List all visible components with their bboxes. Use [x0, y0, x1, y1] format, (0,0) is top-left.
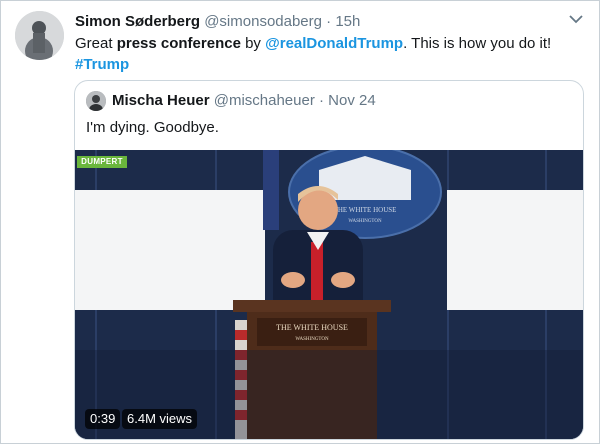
separator-dot: ·: [326, 13, 332, 30]
tweet-text-part: . This is how you do it!: [403, 35, 552, 52]
podium-text: THE WHITE HOUSE: [276, 323, 348, 332]
quoted-date: Nov 24: [328, 92, 376, 109]
quoted-author-handle: @mischaheuer: [213, 92, 315, 109]
video-views: 6.4M views: [122, 409, 198, 429]
quoted-author-name: Mischa Heuer: [112, 92, 210, 109]
video-player[interactable]: THE WHITE HOUSE WASHINGTON THE WHITE HOU…: [75, 150, 583, 439]
seal-text: THE WHITE HOUSE: [334, 206, 397, 214]
tweet-header: Simon Søderberg @simonsodaberg · 15h: [75, 12, 560, 32]
mention-link[interactable]: @realDonaldTrump: [265, 35, 403, 52]
tweet-text-bold: press conference: [116, 35, 241, 52]
author-handle[interactable]: @simonsodaberg: [204, 13, 322, 30]
quoted-author-avatar: [86, 91, 106, 111]
podium-subtext: WASHINGTON: [295, 337, 329, 342]
quoted-tweet[interactable]: Mischa Heuer @mischaheuer · Nov 24 I'm d…: [74, 80, 584, 440]
video-frame: THE WHITE HOUSE WASHINGTON THE WHITE HOU…: [75, 150, 583, 439]
chevron-down-icon[interactable]: [566, 10, 586, 28]
author-avatar[interactable]: [15, 11, 64, 60]
dumpert-watermark: DUMPERT: [77, 156, 127, 168]
tweet-timestamp[interactable]: 15h: [335, 13, 360, 30]
separator-dot: ·: [319, 92, 324, 109]
video-duration: 0:39: [85, 409, 121, 429]
hashtag-link[interactable]: #Trump: [75, 56, 129, 73]
quoted-header: Mischa Heuer @mischaheuer · Nov 24: [112, 91, 376, 111]
person-icon: [86, 91, 106, 111]
person-silhouette-icon: [15, 11, 64, 60]
author-name[interactable]: Simon Søderberg: [75, 13, 200, 30]
tweet-text: Great press conference by @realDonaldTru…: [75, 33, 585, 75]
quoted-text: I'm dying. Goodbye.: [86, 119, 219, 136]
tweet-text-part: by: [240, 35, 266, 52]
seal-subtext: WASHINGTON: [348, 219, 382, 224]
tweet-text-part: Great: [75, 35, 117, 52]
